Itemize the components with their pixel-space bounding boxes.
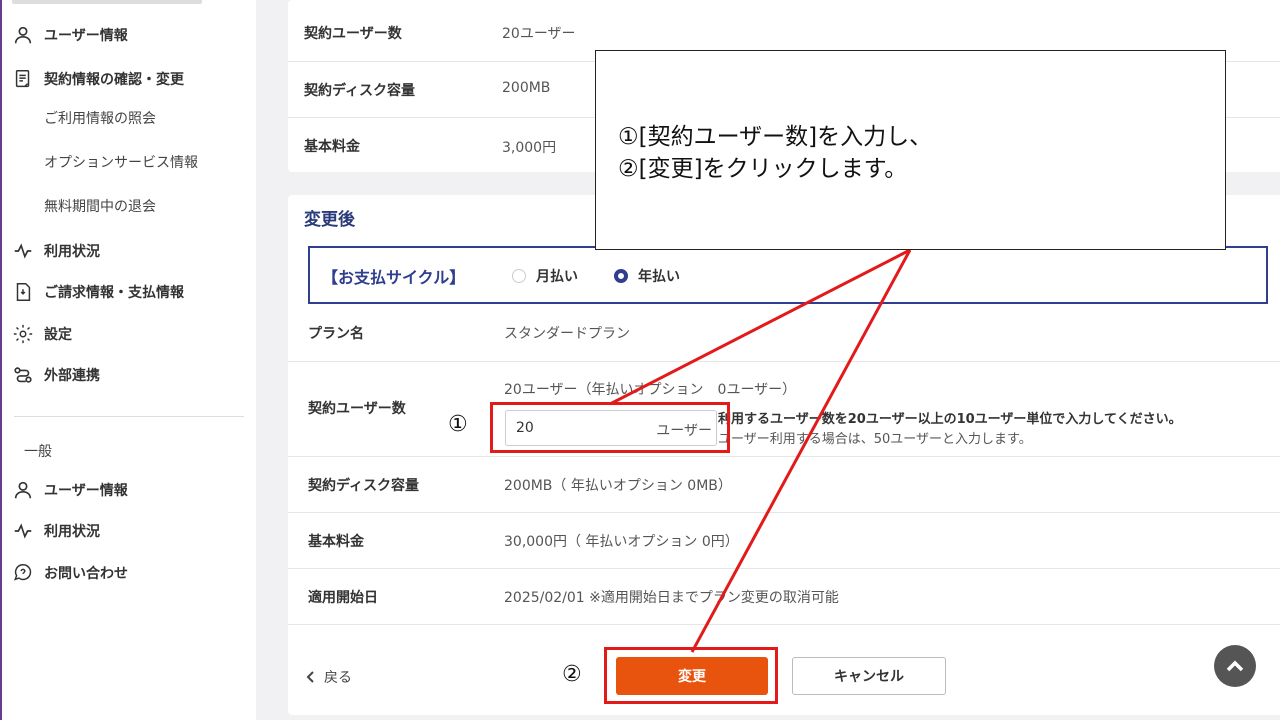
help-icon bbox=[13, 564, 32, 581]
sidebar-item-cut-off bbox=[12, 0, 212, 4]
back-link[interactable]: 戻る bbox=[304, 667, 352, 687]
sidebar-item-label: お問い合わせ bbox=[44, 566, 128, 582]
payment-cycle-label: 【お支払サイクル】 bbox=[322, 268, 466, 287]
instruction-line-2: ②[変更]をクリックします。 bbox=[618, 156, 908, 182]
sidebar-item-label: 外部連携 bbox=[44, 368, 100, 384]
users-hint: 利用するユーザー数を20ユーザー以上の10ユーザー単位で入力してください。 bbox=[718, 412, 1182, 427]
sidebar-general-contact[interactable]: お問い合わせ bbox=[12, 561, 128, 585]
row-label: プラン名 bbox=[308, 326, 364, 342]
row-value: 2025/02/01 ※適用開始日までプラン変更の取消可能 bbox=[504, 590, 839, 606]
users-hint-example: ユーザー利用する場合は、50ユーザーと入力します。 bbox=[718, 432, 1032, 447]
radio-label: 年払い bbox=[638, 269, 680, 285]
radio-monthly[interactable]: 月払い bbox=[512, 266, 578, 286]
row-value: 200MB bbox=[502, 80, 551, 96]
section-title: 変更後 bbox=[304, 210, 355, 230]
payment-cycle-box: 【お支払サイクル】 月払い 年払い bbox=[308, 246, 1268, 304]
start-date-row: 適用開始日 2025/02/01 ※適用開始日までプラン変更の取消可能 bbox=[288, 569, 1280, 625]
sidebar-item-label: 利用状況 bbox=[44, 244, 100, 260]
document-icon bbox=[15, 70, 30, 88]
sidebar-item-contract[interactable]: 契約情報の確認・変更 bbox=[12, 67, 184, 91]
instruction-callout: ①[契約ユーザー数]を入力し、 ②[変更]をクリックします。 bbox=[595, 50, 1226, 250]
invoice-icon bbox=[16, 283, 31, 301]
row-value: スタンダードプラン bbox=[504, 326, 630, 342]
activity-icon bbox=[14, 243, 32, 259]
user-icon bbox=[14, 26, 32, 44]
row-value: 30,000円（ 年払いオプション 0円） bbox=[504, 534, 739, 550]
sidebar-general-usage[interactable]: 利用状況 bbox=[12, 519, 100, 543]
row-label: 契約ディスク容量 bbox=[308, 478, 420, 494]
sidebar-item-settings[interactable]: 設定 bbox=[12, 322, 72, 346]
after-change-card: 変更後 【お支払サイクル】 月払い 年払い プラン名 スタンダードプラン 契約ユ… bbox=[288, 195, 1280, 715]
integration-icon bbox=[14, 367, 32, 383]
sidebar-item-label: 設定 bbox=[44, 327, 72, 343]
sidebar-item-billing[interactable]: ご請求情報・支払情報 bbox=[12, 280, 184, 304]
sidebar-item-label: ご請求情報・支払情報 bbox=[44, 285, 184, 301]
sidebar-item-label: 利用状況 bbox=[44, 524, 100, 540]
users-current-value: 20ユーザー（年払いオプション 0ユーザー） bbox=[504, 382, 797, 398]
radio-circle bbox=[512, 269, 526, 283]
activity-icon bbox=[14, 523, 32, 539]
step-marker-2: ② bbox=[562, 662, 582, 687]
row-label: 適用開始日 bbox=[308, 590, 378, 606]
row-value: 200MB（ 年払いオプション 0MB） bbox=[504, 478, 732, 494]
row-label: 契約ユーザー数 bbox=[308, 401, 406, 417]
sidebar: ユーザー情報 契約情報の確認・変更 ご利用情報の照会 オプションサービス情報 無… bbox=[0, 0, 256, 720]
sidebar-sub-free-period-cancel[interactable]: 無料期間中の退会 bbox=[44, 196, 156, 216]
back-label: 戻る bbox=[324, 670, 352, 686]
chevron-up-icon bbox=[1226, 660, 1244, 672]
sidebar-item-usage[interactable]: 利用状況 bbox=[12, 239, 100, 263]
highlight-change-button bbox=[604, 647, 778, 704]
user-icon bbox=[14, 481, 32, 499]
sidebar-sub-option-service[interactable]: オプションサービス情報 bbox=[44, 152, 198, 172]
row-label: 基本料金 bbox=[308, 534, 364, 550]
sidebar-general-user-info[interactable]: ユーザー情報 bbox=[12, 478, 128, 502]
step-marker-1: ① bbox=[448, 412, 468, 437]
row-label: 契約ディスク容量 bbox=[304, 83, 416, 99]
highlight-user-input bbox=[490, 402, 730, 453]
sidebar-item-user-info[interactable]: ユーザー情報 bbox=[12, 23, 128, 47]
plan-row: プラン名 スタンダードプラン bbox=[288, 305, 1280, 362]
instruction-line-1: ①[契約ユーザー数]を入力し、 bbox=[618, 124, 933, 150]
radio-yearly[interactable]: 年払い bbox=[614, 266, 680, 286]
radio-label: 月払い bbox=[536, 269, 578, 285]
row-label: 基本料金 bbox=[304, 139, 360, 155]
sidebar-sub-usage-inquiry[interactable]: ご利用情報の照会 bbox=[44, 108, 156, 128]
row-value: 20ユーザー bbox=[502, 26, 576, 42]
sidebar-section-general: 一般 bbox=[24, 444, 52, 460]
sidebar-item-integration[interactable]: 外部連携 bbox=[12, 363, 100, 387]
row-label: 契約ユーザー数 bbox=[304, 26, 402, 42]
sidebar-item-label: 契約情報の確認・変更 bbox=[44, 72, 184, 88]
gear-icon bbox=[13, 324, 33, 344]
fee-row: 基本料金 30,000円（ 年払いオプション 0円） bbox=[288, 513, 1280, 569]
sidebar-item-label: ユーザー情報 bbox=[44, 28, 128, 44]
sidebar-divider bbox=[14, 416, 244, 417]
disk-row: 契約ディスク容量 200MB（ 年払いオプション 0MB） bbox=[288, 457, 1280, 513]
chevron-left-icon bbox=[306, 671, 314, 683]
sidebar-item-label: ユーザー情報 bbox=[44, 483, 128, 499]
scroll-to-top-button[interactable] bbox=[1214, 645, 1256, 687]
row-value: 3,000円 bbox=[502, 140, 557, 156]
radio-circle-selected bbox=[614, 269, 628, 283]
cancel-button[interactable]: キャンセル bbox=[792, 657, 946, 695]
